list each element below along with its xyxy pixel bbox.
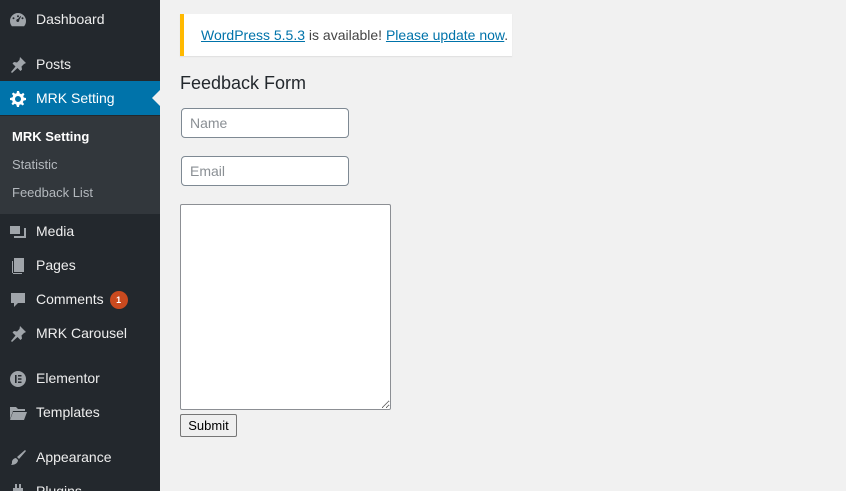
submenu-item-statistic[interactable]: Statistic — [12, 157, 58, 172]
menu-item-posts[interactable]: Posts — [0, 47, 160, 81]
pages-icon — [8, 256, 28, 276]
submit-button[interactable]: Submit — [180, 414, 237, 437]
update-notice: WordPress 5.5.3 is available! Please upd… — [180, 14, 512, 56]
email-input[interactable] — [181, 156, 349, 186]
submenu-item-mrk-setting[interactable]: MRK Setting — [12, 129, 89, 144]
menu-item-elementor[interactable]: Elementor — [0, 361, 160, 395]
menu-label: Elementor — [36, 370, 100, 386]
submenu: MRK Setting Statistic Feedback List — [0, 116, 160, 214]
menu-item-media[interactable]: Media — [0, 214, 160, 248]
folder-icon — [8, 403, 28, 423]
comment-icon — [8, 290, 28, 310]
menu-item-appearance[interactable]: Appearance — [0, 440, 160, 474]
menu-label: Pages — [36, 257, 76, 273]
menu-label: Templates — [36, 404, 100, 420]
page-title: Feedback Form — [180, 73, 307, 93]
plugin-icon — [8, 482, 28, 491]
menu-item-plugins[interactable]: Plugins — [0, 474, 160, 491]
menu-label: MRK Setting — [36, 90, 115, 106]
notice-text: is available! — [305, 27, 386, 43]
elementor-icon — [8, 369, 28, 389]
menu-item-mrk-setting[interactable]: MRK Setting — [0, 81, 160, 115]
message-textarea[interactable] — [180, 204, 391, 410]
menu-label-text: Comments — [36, 291, 104, 307]
brush-icon — [8, 448, 28, 468]
menu-item-templates[interactable]: Templates — [0, 395, 160, 429]
menu-label: Comments 1 — [36, 291, 128, 309]
menu-label: Posts — [36, 56, 72, 72]
update-now-link[interactable]: Please update now — [386, 27, 504, 43]
pin-icon — [8, 55, 28, 75]
menu-item-comments[interactable]: Comments 1 — [0, 282, 160, 316]
pin-icon — [8, 324, 28, 344]
gear-icon — [8, 89, 28, 109]
menu-item-pages[interactable]: Pages — [0, 248, 160, 282]
menu-label: Media — [36, 223, 75, 239]
submenu-item-feedback-list[interactable]: Feedback List — [12, 185, 93, 200]
media-icon — [8, 222, 28, 242]
menu-item-dashboard[interactable]: Dashboard — [0, 2, 160, 36]
notice-end: . — [504, 27, 509, 43]
dashboard-icon — [8, 10, 28, 30]
menu-label: Appearance — [36, 449, 112, 465]
menu-label: MRK Carousel — [36, 325, 128, 341]
wordpress-version-link[interactable]: WordPress 5.5.3 — [201, 27, 305, 43]
menu-label: Plugins — [36, 483, 82, 491]
comment-count-badge: 1 — [109, 291, 128, 309]
menu-label: Dashboard — [36, 11, 105, 27]
name-input[interactable] — [181, 108, 349, 138]
menu-item-mrk-carousel[interactable]: MRK Carousel — [0, 316, 160, 350]
admin-sidebar: Dashboard Posts MRK Setting MRK Setting … — [0, 0, 160, 491]
